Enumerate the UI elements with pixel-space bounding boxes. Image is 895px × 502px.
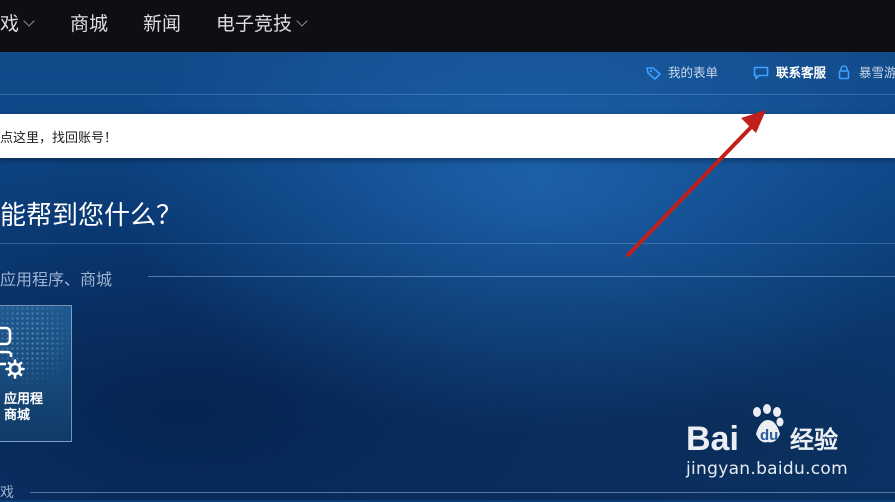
baidu-jingyan-logo: Bai du 经验 xyxy=(686,404,838,458)
watermark-url: jingyan.baidu.com xyxy=(686,459,848,479)
svg-text:du: du xyxy=(760,427,778,444)
svg-text:经验: 经验 xyxy=(790,426,838,454)
svg-text:Bai: Bai xyxy=(686,420,739,458)
